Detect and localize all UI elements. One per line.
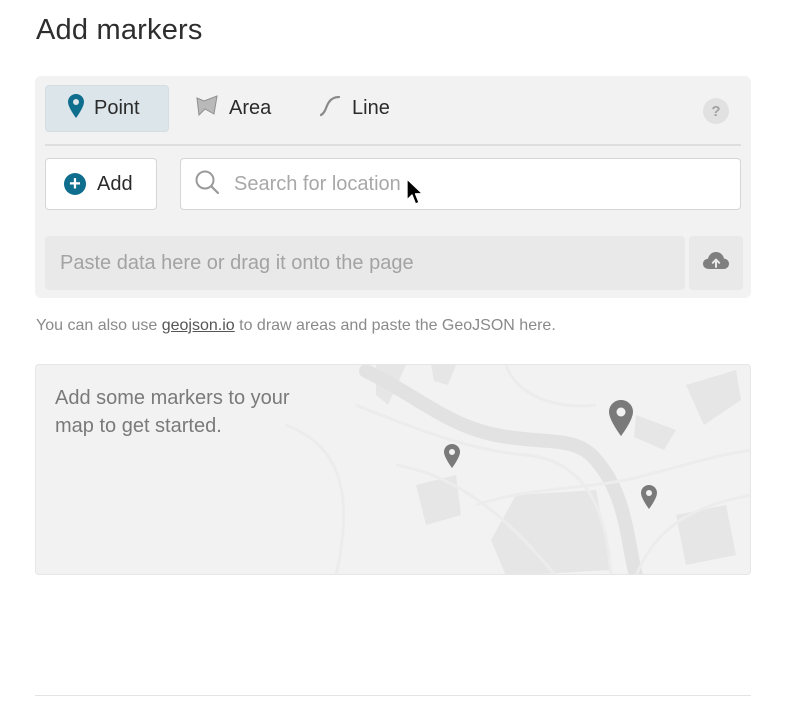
map-pin-icon xyxy=(640,485,658,514)
section-divider xyxy=(35,695,751,696)
tab-point-label: Point xyxy=(94,97,140,119)
paste-data-input[interactable] xyxy=(60,251,660,275)
search-input[interactable] xyxy=(234,172,714,196)
search-icon xyxy=(194,169,220,200)
cloud-upload-icon xyxy=(702,250,730,277)
map-pin-icon xyxy=(607,400,635,441)
paste-data-field[interactable] xyxy=(45,236,685,290)
tab-line-label: Line xyxy=(352,97,390,119)
add-button-label: Add xyxy=(97,172,133,195)
plus-circle-icon: + xyxy=(64,173,86,195)
mouse-cursor-icon xyxy=(406,178,424,211)
upload-button[interactable] xyxy=(689,236,743,290)
map-empty-message: Add some markers to your map to get star… xyxy=(55,387,290,437)
line-icon xyxy=(318,94,342,124)
polygon-icon xyxy=(195,94,219,123)
map-pin-icon xyxy=(443,444,461,473)
map-pin-icon xyxy=(68,93,84,124)
tab-area-label: Area xyxy=(229,97,272,119)
tab-line[interactable]: Line xyxy=(318,85,390,132)
divider xyxy=(45,144,741,146)
marker-panel: Point Area Line ? + Add xyxy=(35,76,751,298)
geojson-link[interactable]: geojson.io xyxy=(162,317,235,334)
add-button[interactable]: + Add xyxy=(45,158,157,210)
tab-area[interactable]: Area xyxy=(195,85,271,132)
page-title: Add markers xyxy=(36,14,203,46)
help-icon[interactable]: ? xyxy=(703,98,729,124)
search-field[interactable] xyxy=(180,158,741,210)
tab-point[interactable]: Point xyxy=(45,85,169,132)
geojson-hint: You can also use geojson.io to draw area… xyxy=(36,317,556,335)
hint-text-after: to draw areas and paste the GeoJSON here… xyxy=(234,317,556,334)
map-preview: Add some markers to your map to get star… xyxy=(35,364,751,575)
hint-text-before: You can also use xyxy=(36,317,162,334)
